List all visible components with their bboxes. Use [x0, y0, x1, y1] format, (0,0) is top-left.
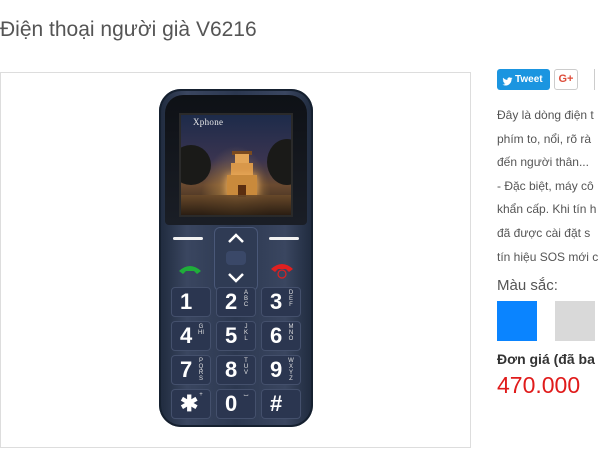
- tweet-button[interactable]: Tweet: [497, 69, 550, 90]
- description-line: phím to, nổi, rõ rà: [497, 131, 592, 146]
- phone-screen: Xphone: [179, 113, 293, 217]
- key-4: 4 GHI: [171, 321, 211, 351]
- description-line: tín hiệu SOS mới c: [497, 249, 599, 264]
- key-9: 9 WXYZ: [261, 355, 301, 385]
- color-label: Màu sắc:: [497, 277, 558, 294]
- price-label: Đơn giá (đã ba: [497, 351, 595, 367]
- chevron-down-icon: [226, 267, 246, 287]
- color-swatch-grey[interactable]: [555, 301, 595, 341]
- tweet-label: Tweet: [515, 74, 543, 85]
- right-softkey: [269, 237, 299, 240]
- chevron-up-icon: [226, 229, 246, 249]
- key-1: 1: [171, 287, 211, 317]
- color-swatch-blue[interactable]: [497, 301, 537, 341]
- left-softkey: [173, 237, 203, 240]
- key-star: ✱ +: [171, 389, 211, 419]
- description-line: Đây là dòng điện t: [497, 108, 594, 122]
- page-title: Điện thoại người già V6216: [0, 18, 257, 41]
- tower-graphic: [225, 151, 259, 201]
- share-button-partial[interactable]: [594, 69, 600, 90]
- twitter-bird-icon: [502, 74, 513, 86]
- product-image: Xphone 1 2 ABC 3 DEF 4 GHI 5 JKL 6 MNO 7…: [159, 89, 313, 427]
- key-8: 8 TUV: [216, 355, 256, 385]
- call-icon: [177, 261, 203, 279]
- description-line: đã được cài đặt s: [497, 225, 591, 240]
- key-6: 6 MNO: [261, 321, 301, 351]
- key-5: 5 JKL: [216, 321, 256, 351]
- key-0: 0 ⌴: [216, 389, 256, 419]
- nav-pad: [214, 227, 258, 291]
- description-line: khẩn cấp. Khi tín h: [497, 202, 597, 217]
- end-call-icon: [269, 261, 295, 279]
- product-description: Đây là dòng điện t phím to, nổi, rõ rà đ…: [497, 104, 600, 269]
- product-image-gallery[interactable]: Xphone 1 2 ABC 3 DEF 4 GHI 5 JKL 6 MNO 7…: [0, 72, 471, 448]
- phone-keypad: 1 2 ABC 3 DEF 4 GHI 5 JKL 6 MNO 7 PQRS 8 TUV 9W…: [169, 227, 303, 421]
- description-line: - Đặc biệt, máy cô: [497, 178, 594, 193]
- phone-top-bezel: Xphone: [165, 95, 307, 225]
- google-plus-button[interactable]: G+: [554, 69, 578, 90]
- description-line: đến người thân...: [497, 155, 589, 170]
- key-2: 2 ABC: [216, 287, 256, 317]
- price-value: 470.000: [497, 372, 581, 398]
- key-3: 3 DEF: [261, 287, 301, 317]
- phone-brand-label: Xphone: [193, 117, 224, 127]
- key-7: 7 PQRS: [171, 355, 211, 385]
- key-hash: #: [261, 389, 301, 419]
